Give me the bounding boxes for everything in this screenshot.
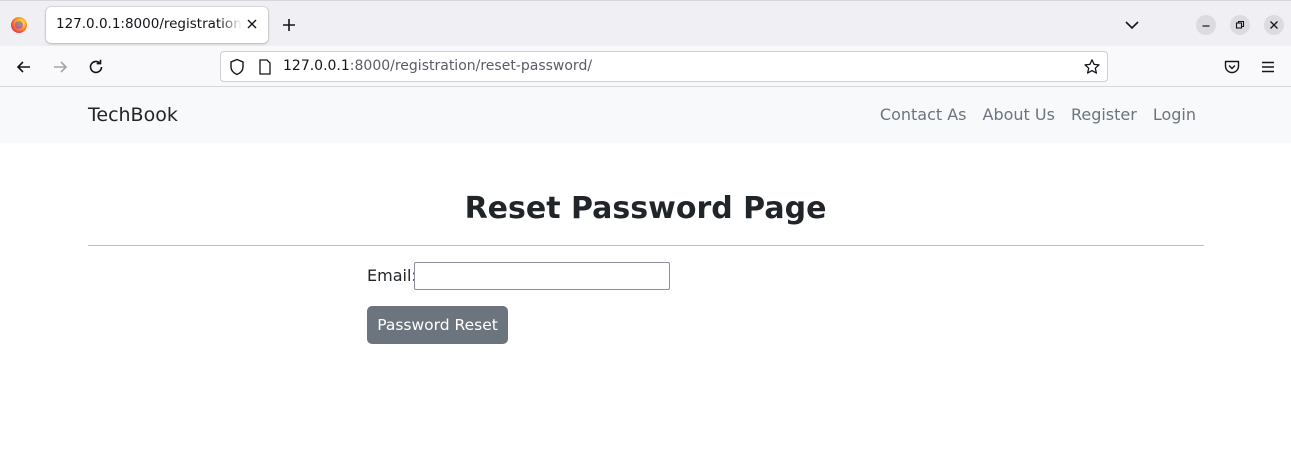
url-host: 127.0.0.1 bbox=[283, 58, 350, 74]
close-icon bbox=[1270, 21, 1278, 29]
site-navbar: TechBook Contact As About Us Register Lo… bbox=[0, 87, 1291, 143]
email-field[interactable] bbox=[414, 262, 670, 290]
divider bbox=[88, 245, 1204, 246]
page-title: Reset Password Page bbox=[464, 191, 827, 226]
menu-icon[interactable] bbox=[1259, 58, 1277, 76]
firefox-logo-icon[interactable] bbox=[11, 17, 27, 33]
restore-icon bbox=[1235, 20, 1245, 29]
close-icon[interactable] bbox=[245, 17, 259, 31]
nav-link-register[interactable]: Register bbox=[1071, 105, 1137, 124]
email-label: Email: bbox=[367, 266, 417, 285]
shield-icon[interactable] bbox=[229, 58, 245, 76]
restore-button[interactable] bbox=[1230, 15, 1250, 35]
minimize-button[interactable] bbox=[1196, 15, 1216, 35]
reload-icon[interactable] bbox=[87, 58, 105, 76]
url-path: :8000/registration/reset-password/ bbox=[349, 58, 593, 74]
browser-tab-active[interactable]: 127.0.0.1:8000/registration/reset-passwo… bbox=[46, 7, 268, 43]
forward-arrow-icon[interactable] bbox=[51, 58, 69, 76]
site-nav-links: Contact As About Us Register Login bbox=[880, 105, 1196, 124]
url-bar[interactable]: 127.0.0.1:8000/registration/reset-passwo… bbox=[220, 51, 1108, 82]
url-text[interactable]: 127.0.0.1:8000/registration/reset-passwo… bbox=[283, 58, 592, 74]
plus-icon[interactable] bbox=[280, 16, 298, 34]
nav-link-contact[interactable]: Contact As bbox=[880, 105, 967, 124]
browser-tab-bar: 127.0.0.1:8000/registration/reset-passwo… bbox=[0, 0, 1291, 46]
brand-link[interactable]: TechBook bbox=[88, 104, 178, 126]
nav-link-login[interactable]: Login bbox=[1153, 105, 1196, 124]
password-reset-button[interactable]: Password Reset bbox=[367, 306, 508, 344]
page-icon[interactable] bbox=[258, 59, 272, 75]
minimize-icon bbox=[1202, 25, 1210, 27]
tab-title: 127.0.0.1:8000/registration/reset-passwo… bbox=[56, 16, 242, 32]
pocket-icon[interactable] bbox=[1223, 58, 1241, 76]
star-icon[interactable] bbox=[1083, 58, 1101, 76]
browser-toolbar: 127.0.0.1:8000/registration/reset-passwo… bbox=[0, 46, 1291, 87]
chevron-down-icon[interactable] bbox=[1124, 17, 1140, 33]
nav-link-about[interactable]: About Us bbox=[983, 105, 1055, 124]
window-close-button[interactable] bbox=[1264, 15, 1284, 35]
back-arrow-icon[interactable] bbox=[15, 58, 33, 76]
